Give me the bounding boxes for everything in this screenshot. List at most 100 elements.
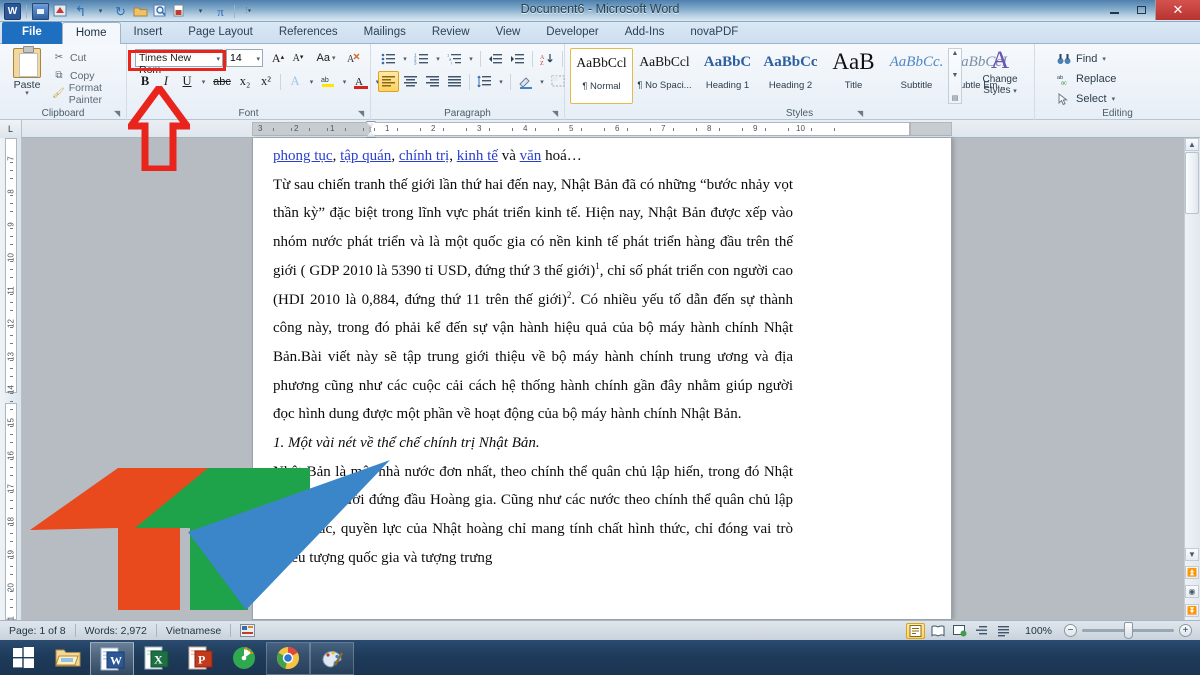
decrease-indent-button[interactable] [485, 48, 506, 69]
ribbon-tab-review[interactable]: Review [419, 22, 483, 44]
bold-button[interactable]: B [135, 71, 155, 92]
select-browse-object-button[interactable]: ◉ [1185, 585, 1199, 598]
font-color-button[interactable]: A [351, 71, 371, 92]
scroll-down-button[interactable]: ▼ [1185, 548, 1199, 561]
zoom-in-button[interactable]: + [1179, 624, 1192, 637]
zoom-track[interactable] [1082, 622, 1174, 639]
style-item[interactable]: AaBbC Heading 1 [696, 48, 759, 104]
ribbon-tab-insert[interactable]: Insert [121, 22, 176, 44]
multilevel-dropdown-icon[interactable]: ▾ [466, 48, 476, 69]
styles-dialog-launcher[interactable]: ◥ [857, 109, 866, 118]
ribbon-tab-add-ins[interactable]: Add-Ins [612, 22, 678, 44]
justify-button[interactable] [444, 71, 465, 92]
change-case-button[interactable]: Aa ▾ [313, 48, 339, 68]
document-hyperlink[interactable]: phong tục [273, 148, 333, 164]
align-left-button[interactable] [378, 71, 399, 92]
page-indicator[interactable]: Page: 1 of 8 [0, 621, 75, 641]
replace-button[interactable]: ab ac Replace [1057, 70, 1116, 88]
style-item[interactable]: AaBbCc. Subtitle [885, 48, 948, 104]
find-button[interactable]: Find ▾ [1057, 50, 1106, 68]
paragraph-dialog-launcher[interactable]: ◥ [552, 109, 561, 118]
highlight-color-button[interactable]: ab [318, 71, 338, 92]
document-hyperlink-line[interactable]: phong tục, tập quán, chính trị, kinh tế … [273, 142, 793, 171]
text-effects-button[interactable]: A [285, 71, 305, 92]
word-count[interactable]: Words: 2,972 [76, 621, 156, 641]
underline-dropdown-icon[interactable]: ▾ [198, 71, 209, 92]
taskbar-paint[interactable] [310, 641, 354, 675]
underline-button[interactable]: U [177, 71, 197, 92]
font-name-input[interactable]: Times New Rom ▾ [135, 49, 223, 76]
print-layout-view-button[interactable] [906, 622, 926, 639]
ribbon-tab-view[interactable]: View [483, 22, 534, 44]
ribbon-tab-novapdf[interactable]: novaPDF [677, 22, 751, 44]
ribbon-tab-references[interactable]: References [266, 22, 351, 44]
draft-view-button[interactable] [994, 623, 1013, 639]
previous-page-button[interactable]: ⏫ [1185, 566, 1199, 579]
ribbon-tab-mailings[interactable]: Mailings [351, 22, 419, 44]
line-spacing-button[interactable] [474, 71, 495, 92]
font-size-dropdown-icon[interactable]: ▾ [256, 55, 260, 63]
ribbon-tab-developer[interactable]: Developer [533, 22, 611, 44]
proofing-errors-icon[interactable] [231, 621, 264, 641]
minimize-button[interactable] [1101, 0, 1128, 20]
line-spacing-dropdown-icon[interactable]: ▾ [496, 71, 506, 92]
highlight-dropdown-icon[interactable]: ▾ [339, 71, 350, 92]
style-item[interactable]: AaB Title [822, 48, 885, 104]
outline-view-button[interactable] [972, 623, 991, 639]
taskbar-microsoft-word[interactable]: W [90, 641, 134, 675]
taskbar-microsoft-excel[interactable]: X [134, 642, 178, 675]
styles-scroll[interactable]: ▲ ▼ ▤ [948, 48, 962, 104]
scrollbar-thumb[interactable] [1185, 152, 1199, 214]
shading-dropdown-icon[interactable]: ▾ [537, 71, 547, 92]
document-hyperlink[interactable]: chính trị [399, 148, 449, 164]
document-hyperlink[interactable]: tập quán [340, 148, 391, 164]
style-item[interactable]: AaBbCc Heading 2 [759, 48, 822, 104]
font-size-input[interactable]: 14 ▾ [226, 49, 263, 67]
sort-button[interactable]: AZ [537, 48, 558, 69]
italic-button[interactable]: I [156, 71, 176, 92]
zoom-level[interactable]: 100% [1016, 621, 1061, 641]
text-effects-dropdown-icon[interactable]: ▾ [306, 71, 317, 92]
tab-selector-button[interactable]: L [0, 120, 22, 138]
document-scrollbar[interactable]: ▲ ▼ ⏫ ◉ ⏬ [1184, 138, 1200, 620]
bullets-dropdown-icon[interactable]: ▾ [400, 48, 410, 69]
increase-indent-button[interactable] [507, 48, 528, 69]
paste-dropdown-icon[interactable]: ▾ [6, 90, 48, 97]
web-layout-view-button[interactable] [950, 623, 969, 639]
document-text-body[interactable]: phong tục, tập quán, chính trị, kinh tế … [273, 142, 793, 573]
bullets-button[interactable] [378, 48, 399, 69]
start-button[interactable] [0, 640, 46, 675]
numbering-button[interactable]: 123 [411, 48, 432, 69]
change-styles-button[interactable]: A Change Styles ▾ [971, 48, 1029, 97]
zoom-thumb[interactable] [1124, 622, 1133, 639]
ribbon-tab-page-layout[interactable]: Page Layout [175, 22, 266, 44]
format-painter-button[interactable]: 🖌 Format Painter [50, 82, 126, 106]
document-page[interactable]: phong tục, tập quán, chính trị, kinh tế … [252, 138, 952, 620]
document-section-heading[interactable]: 1. Một vài nét về thể chế chính trị Nhật… [273, 429, 793, 458]
find-dropdown-icon[interactable]: ▾ [1102, 55, 1106, 63]
taskbar-microsoft-powerpoint[interactable]: P [178, 642, 222, 675]
styles-gallery[interactable]: AaBbCcl ¶ Normal AaBbCcl ¶ No Spaci... AaBbC… [570, 48, 1011, 104]
numbering-dropdown-icon[interactable]: ▾ [433, 48, 443, 69]
align-center-button[interactable] [400, 71, 421, 92]
paste-button[interactable]: Paste ▾ [6, 46, 48, 97]
shading-button[interactable] [515, 71, 536, 92]
shrink-font-button[interactable]: A ▾ [288, 48, 308, 68]
cut-button[interactable]: ✂ Cut [50, 49, 87, 66]
zoom-out-button[interactable]: − [1064, 624, 1077, 637]
superscript-button[interactable]: x² [256, 71, 276, 92]
taskbar-green-disc-app[interactable] [222, 642, 266, 675]
subscript-button[interactable]: x₂ [235, 71, 255, 92]
scroll-up-button[interactable]: ▲ [1185, 138, 1199, 151]
font-name-dropdown-icon[interactable]: ▾ [216, 55, 220, 63]
full-screen-reading-view-button[interactable] [928, 623, 947, 639]
clear-formatting-button[interactable]: A [342, 48, 364, 68]
strikethrough-button[interactable]: abc [210, 71, 234, 92]
next-page-button[interactable]: ⏬ [1185, 604, 1199, 617]
clipboard-dialog-launcher[interactable]: ◥ [114, 109, 123, 118]
document-paragraph-last[interactable]: Nhật Bản là một nhà nước đơn nhất, theo … [273, 458, 793, 573]
multilevel-list-button[interactable]: 1ai [444, 48, 465, 69]
styles-scroll-up-icon[interactable]: ▲ [952, 50, 959, 57]
document-main-paragraph[interactable]: Từ sau chiến tranh thế giới lần thứ hai … [273, 171, 793, 429]
select-button[interactable]: Select ▾ [1057, 90, 1115, 108]
